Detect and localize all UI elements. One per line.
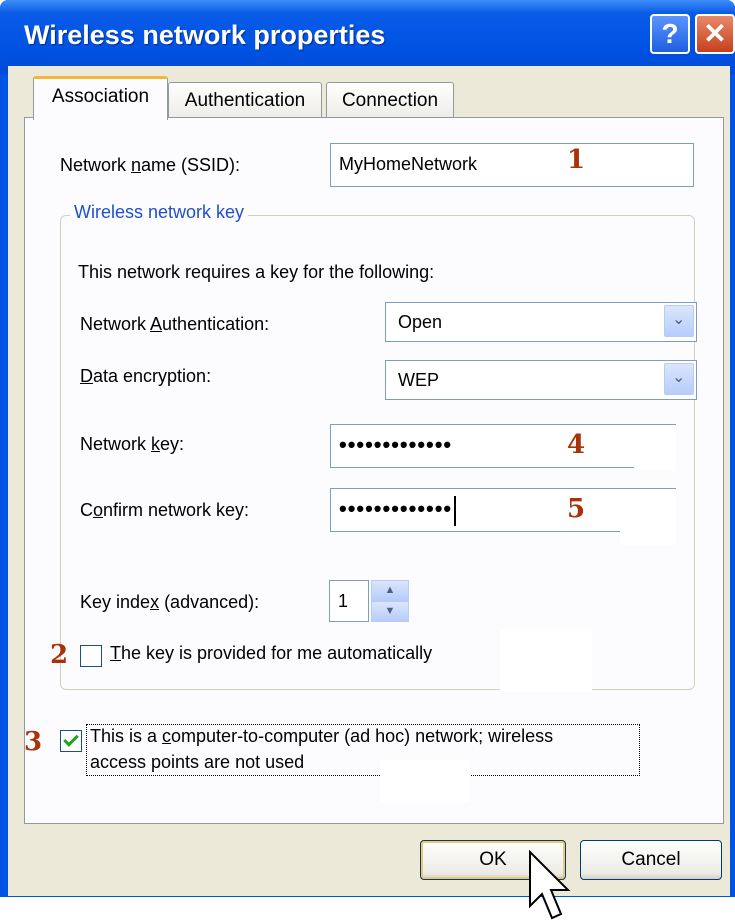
cancel-button[interactable]: Cancel <box>580 840 722 880</box>
key-index-spinner[interactable]: ▲ ▼ <box>371 580 409 622</box>
adhoc-checkbox[interactable] <box>60 730 82 752</box>
tab-connection[interactable]: Connection <box>326 82 454 120</box>
adhoc-label-line2[interactable]: access points are not used <box>90 752 304 773</box>
key-index-label: Key index (advanced): <box>80 592 260 612</box>
confirm-key-label: Confirm network key: <box>80 500 250 520</box>
network-key-input[interactable]: ••••••••••••• <box>330 424 676 468</box>
encryption-label: Data encryption: <box>80 366 212 386</box>
wireless-key-legend: Wireless network key <box>70 202 249 223</box>
dialog-title: Wireless network properties <box>24 20 386 50</box>
key-intro-text: This network requires a key for the foll… <box>78 262 435 282</box>
auto-key-checkbox[interactable] <box>80 645 102 667</box>
encryption-select[interactable]: WEP ⌄ <box>385 360 697 400</box>
auto-key-label[interactable]: The key is provided for me automatically <box>110 643 432 664</box>
key-index-input[interactable]: 1 <box>329 580 369 622</box>
annotation-3: 3 <box>24 727 43 757</box>
white-patch <box>380 760 470 802</box>
tab-authentication-label: Authentication <box>184 90 306 111</box>
help-button[interactable]: ? <box>650 14 690 54</box>
tab-connection-label: Connection <box>341 90 439 111</box>
auth-select[interactable]: Open ⌄ <box>385 302 697 342</box>
chevron-down-icon[interactable]: ⌄ <box>664 305 694 337</box>
annotation-2: 2 <box>50 640 69 670</box>
white-patch <box>634 425 676 471</box>
encryption-value: WEP <box>398 370 440 390</box>
adhoc-label-line1[interactable]: This is a computer-to-computer (ad hoc) … <box>90 726 553 747</box>
ssid-label: Network name (SSID): <box>60 155 241 175</box>
annotation-1: 1 <box>567 145 586 175</box>
chevron-down-icon[interactable]: ⌄ <box>664 363 694 395</box>
key-index-value: 1 <box>338 591 349 611</box>
network-key-label: Network key: <box>80 434 185 454</box>
tab-authentication[interactable]: Authentication <box>168 82 322 120</box>
network-key-value: ••••••••••••• <box>339 432 453 457</box>
tab-association-label: Association <box>51 86 150 107</box>
ssid-value: MyHomeNetwork <box>339 154 478 174</box>
confirm-key-value: ••••••••••••• <box>339 496 453 521</box>
spin-up-icon[interactable]: ▲ <box>371 580 409 601</box>
annotation-5: 5 <box>567 494 586 524</box>
white-patch <box>620 489 676 545</box>
white-patch <box>500 630 592 692</box>
spin-down-icon[interactable]: ▼ <box>371 601 409 622</box>
annotation-4: 4 <box>567 430 586 460</box>
mouse-pointer-icon <box>529 850 571 920</box>
text-caret <box>454 496 457 527</box>
tab-association[interactable]: Association <box>33 76 168 120</box>
auth-label: Network Authentication: <box>80 314 270 334</box>
title-bar[interactable]: Wireless network properties ? ✕ <box>0 0 735 74</box>
auth-value: Open <box>398 312 443 332</box>
close-button[interactable]: ✕ <box>695 14 735 54</box>
white-patch <box>600 144 693 186</box>
